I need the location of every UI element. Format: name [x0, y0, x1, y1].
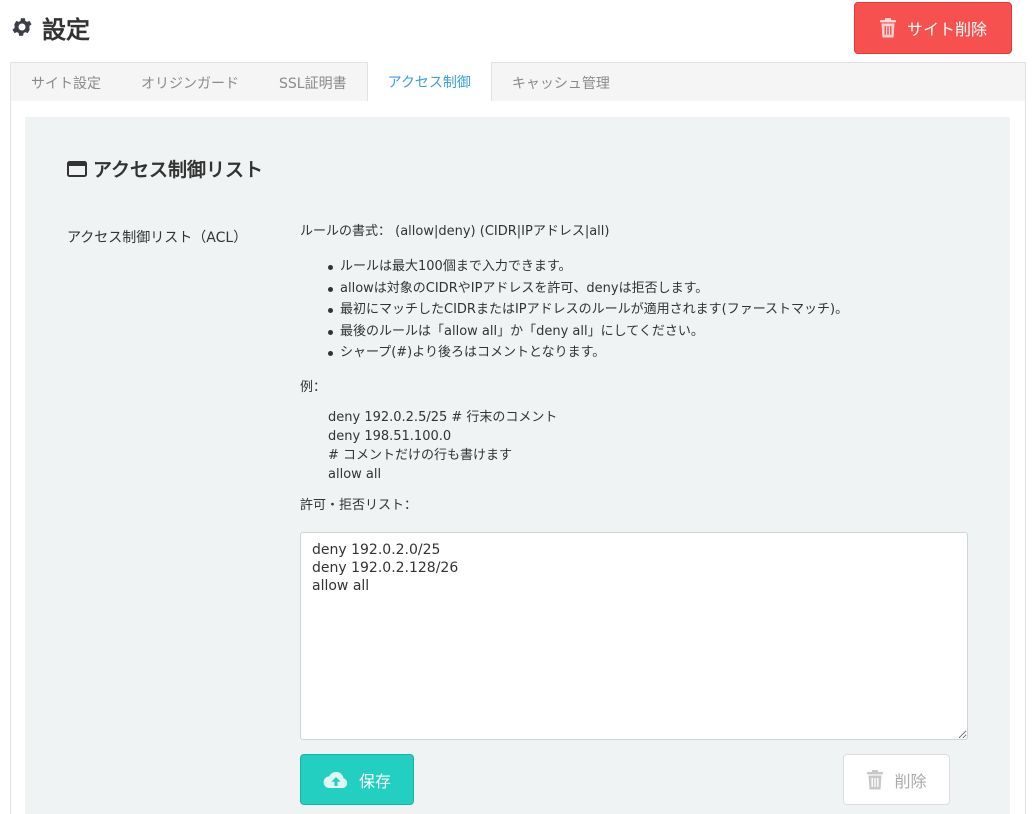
allow-deny-list-label: 許可・拒否リスト： — [300, 497, 418, 513]
example-line: deny 192.0.2.5/25 # 行末のコメント — [328, 409, 558, 425]
list-item: 最後のルールは「allow all」か「deny all」にしてください。 — [328, 321, 990, 343]
example-line: # コメントだけの行も書けます — [328, 447, 513, 463]
tab-site-settings[interactable]: サイト設定 — [11, 63, 121, 102]
settings-tabs: サイト設定 オリジンガード SSL証明書 アクセス制御 キャッシュ管理 — [10, 62, 1026, 102]
list-item: 最初にマッチしたCIDRまたはIPアドレスのルールが適用されます(ファーストマッ… — [328, 299, 990, 321]
tab-ssl-certificate[interactable]: SSL証明書 — [259, 63, 367, 102]
section-title-text: アクセス制御リスト — [93, 159, 264, 181]
example-line: deny 198.51.100.0 — [328, 428, 452, 444]
tab-access-control[interactable]: アクセス制御 — [366, 62, 492, 102]
gear-icon — [12, 18, 32, 36]
window-icon — [67, 160, 87, 177]
page-title-text: 設定 — [42, 15, 90, 44]
page-title: 設定 — [10, 8, 90, 46]
delete-site-label: サイト削除 — [906, 20, 987, 39]
cloud-upload-icon — [323, 771, 348, 788]
section-title: アクセス制御リスト — [67, 155, 263, 182]
list-item: ルールは最大100個まで入力できます。 — [328, 256, 990, 278]
delete-button[interactable]: 削除 — [843, 754, 950, 805]
example-line: allow all — [328, 466, 382, 482]
trash-icon — [879, 18, 896, 38]
list-item: シャープ(#)より後ろはコメントとなります。 — [328, 342, 990, 364]
example-label: 例： — [300, 379, 327, 395]
acl-rules-textarea[interactable] — [300, 532, 968, 740]
trash-icon — [867, 769, 884, 789]
delete-label: 削除 — [894, 771, 927, 791]
acl-field-label: アクセス制御リスト（ACL） — [67, 230, 248, 246]
list-item: allowは対象のCIDRやIPアドレスを許可、denyは拒否します。 — [328, 278, 990, 300]
rule-format-text: ルールの書式： (allow|deny) (CIDR|IPアドレス|all) — [300, 224, 610, 239]
example-block: deny 192.0.2.5/25 # 行末のコメント deny 198.51.… — [328, 408, 990, 484]
delete-site-button[interactable]: サイト削除 — [854, 2, 1012, 54]
tab-origin-guard[interactable]: オリジンガード — [121, 63, 259, 102]
acl-help: ルールの書式： (allow|deny) (CIDR|IPアドレス|all) ル… — [300, 222, 990, 516]
access-control-panel: アクセス制御リスト アクセス制御リスト（ACL） ルールの書式： (allow|… — [25, 117, 1010, 814]
save-label: 保存 — [358, 771, 391, 791]
tab-cache-management[interactable]: キャッシュ管理 — [492, 63, 630, 102]
save-button[interactable]: 保存 — [300, 754, 414, 805]
rule-bullets: ルールは最大100個まで入力できます。 allowは対象のCIDRやIPアドレス… — [328, 256, 990, 364]
